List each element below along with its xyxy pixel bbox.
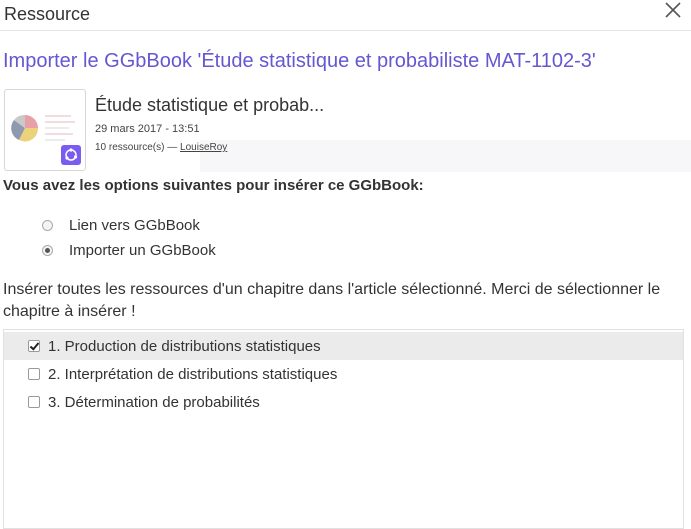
chapter-item-1[interactable]: 1. Production de distributions statistiq…	[4, 332, 683, 360]
radio-button-selected[interactable]	[42, 244, 53, 256]
geogebra-book-icon	[61, 145, 81, 165]
background-ghost-text	[3, 200, 7, 216]
book-meta: 10 ressource(s) — LouiseRoy	[95, 142, 227, 153]
close-icon	[665, 2, 681, 18]
chapter-label: 1. Production de distributions statistiq…	[48, 337, 321, 355]
options-label: Vous avez les options suivantes pour ins…	[3, 177, 424, 194]
chapter-item-2[interactable]: 2. Interprétation de distributions stati…	[4, 360, 683, 388]
book-card-shade	[200, 140, 691, 172]
radio-link-ggbbook[interactable]: Lien vers GGbBook	[42, 215, 200, 235]
chapter-list: 1. Production de distributions statistiq…	[3, 329, 684, 529]
chapter-label: 2. Interprétation de distributions stati…	[48, 365, 338, 383]
chapter-label: 3. Détermination de probabilités	[48, 393, 260, 411]
book-thumbnail[interactable]	[4, 89, 86, 171]
book-date: 29 mars 2017 - 13:51	[95, 123, 200, 135]
import-heading: Importer le GGbBook 'Étude statistique e…	[3, 50, 596, 72]
book-author-link[interactable]: LouiseRoy	[180, 142, 227, 153]
dialog-title: Ressource	[4, 4, 91, 24]
chapter-item-3[interactable]: 3. Détermination de probabilités	[4, 388, 683, 416]
chapter-checkbox[interactable]	[28, 396, 40, 408]
radio-label: Lien vers GGbBook	[69, 216, 200, 234]
radio-label: Importer un GGbBook	[69, 241, 216, 259]
chapter-checkbox[interactable]	[28, 368, 40, 380]
chapter-instructions: Insérer toutes les ressources d'un chapi…	[3, 281, 661, 320]
book-resource-count: 10 ressource(s)	[95, 142, 165, 153]
header-divider	[0, 30, 691, 31]
book-title: Étude statistique et probab...	[95, 95, 325, 115]
radio-button[interactable]	[42, 219, 53, 231]
radio-import-ggbbook[interactable]: Importer un GGbBook	[42, 240, 216, 260]
book-meta-separator: —	[164, 142, 181, 153]
close-button[interactable]	[660, 0, 686, 26]
chapter-checkbox-checked[interactable]	[28, 340, 40, 352]
